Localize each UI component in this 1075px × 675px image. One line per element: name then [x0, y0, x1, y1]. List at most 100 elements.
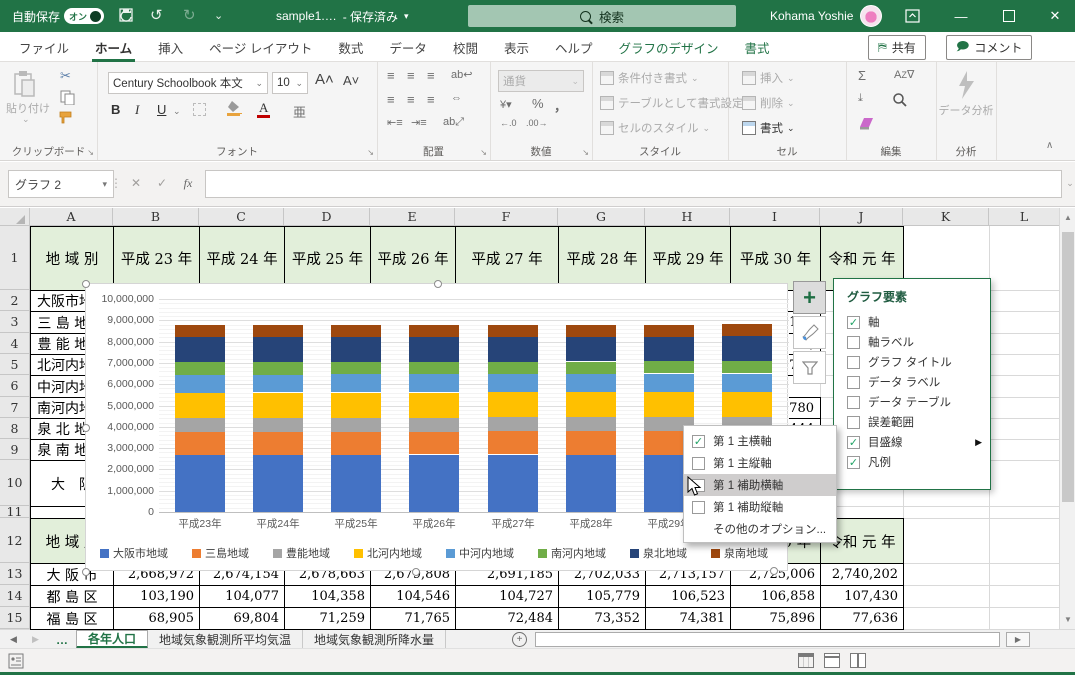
sheet-tab-地域気象観測所平均気温[interactable]: 地域気象観測所平均気温: [148, 630, 303, 649]
legend-item-北河内地域[interactable]: 北河内地域: [354, 545, 422, 561]
grid-cell[interactable]: 104,358: [284, 585, 371, 608]
column-header-F[interactable]: F: [455, 208, 558, 226]
legend-item-泉北地域[interactable]: 泉北地域: [630, 545, 687, 561]
sheet-list-ellipsis[interactable]: …: [56, 630, 68, 649]
chart-element-item-目盛線[interactable]: ✓目盛線▶: [834, 432, 990, 452]
grid-cell[interactable]: 平成 27 年: [455, 226, 559, 291]
row-header-5[interactable]: 5: [0, 354, 30, 375]
scroll-up-icon[interactable]: ▲: [1060, 208, 1075, 226]
sheet-tab-各年人口[interactable]: 各年人口: [76, 630, 148, 649]
grid-cell[interactable]: 104,727: [455, 585, 559, 608]
grid-cell[interactable]: 103,190: [113, 585, 200, 608]
checkbox[interactable]: [847, 376, 860, 389]
row-header-12[interactable]: 12: [0, 518, 30, 563]
grid-cell[interactable]: 都 島 区: [30, 585, 114, 608]
checkbox[interactable]: [692, 501, 705, 514]
submenu-arrow-icon[interactable]: ▶: [975, 437, 982, 448]
axes-item-第 1 主縦軸[interactable]: 第 1 主縦軸: [684, 452, 836, 474]
grid-cell[interactable]: 106,523: [645, 585, 731, 608]
legend-item-豊能地域[interactable]: 豊能地域: [273, 545, 330, 561]
grid-cell[interactable]: 71,259: [284, 607, 371, 630]
row-header-3[interactable]: 3: [0, 311, 30, 333]
chart-element-item-誤差範囲[interactable]: 誤差範囲: [834, 412, 990, 432]
chart-element-item-凡例[interactable]: ✓凡例: [834, 452, 990, 472]
checkbox[interactable]: [847, 336, 860, 349]
new-sheet-button[interactable]: +: [512, 630, 527, 649]
checkbox[interactable]: ✓: [847, 436, 860, 449]
checkbox[interactable]: [847, 396, 860, 409]
row-header-7[interactable]: 7: [0, 397, 30, 418]
checkbox[interactable]: ✓: [847, 456, 860, 469]
legend-item-泉南地域[interactable]: 泉南地域: [711, 545, 768, 561]
grid-cell[interactable]: 75,896: [730, 607, 821, 630]
chart-selection-handle[interactable]: [82, 568, 90, 576]
column-header-G[interactable]: G: [558, 208, 645, 226]
column-header-H[interactable]: H: [645, 208, 730, 226]
axes-item-第 1 主横軸[interactable]: ✓第 1 主横軸: [684, 430, 836, 452]
normal-view-button[interactable]: [798, 653, 814, 668]
sheet-next-icon[interactable]: ▶: [32, 630, 39, 649]
chart-selection-handle[interactable]: [82, 280, 90, 288]
grid-cell[interactable]: 平成 28 年: [558, 226, 646, 291]
grid-cell[interactable]: 106,858: [730, 585, 821, 608]
column-header-D[interactable]: D: [284, 208, 370, 226]
vertical-scrollbar[interactable]: ▲ ▼: [1059, 208, 1075, 629]
column-header-B[interactable]: B: [113, 208, 199, 226]
grid-cell[interactable]: 71,765: [370, 607, 456, 630]
axes-item-第 1 補助横軸[interactable]: 第 1 補助横軸: [684, 474, 836, 496]
checkbox[interactable]: ✓: [692, 435, 705, 448]
page-layout-view-button[interactable]: [824, 653, 840, 668]
grid-cell[interactable]: 74,381: [645, 607, 731, 630]
legend-item-大阪市地域[interactable]: 大阪市地域: [100, 545, 168, 561]
legend-item-三島地域[interactable]: 三島地域: [192, 545, 249, 561]
grid-cell[interactable]: 72,484: [455, 607, 559, 630]
column-header-E[interactable]: E: [370, 208, 455, 226]
row-header-15[interactable]: 15: [0, 607, 30, 629]
row-header-11[interactable]: 11: [0, 506, 30, 518]
column-header-I[interactable]: I: [730, 208, 820, 226]
accessibility-checker-icon[interactable]: [8, 653, 24, 669]
chart-element-item-軸ラベル[interactable]: 軸ラベル: [834, 332, 990, 352]
row-header-1[interactable]: 1: [0, 226, 30, 290]
grid-cell[interactable]: 68,905: [113, 607, 200, 630]
grid-cell[interactable]: 2,740,202: [820, 563, 904, 586]
legend-item-南河内地域[interactable]: 南河内地域: [538, 545, 606, 561]
select-all-button[interactable]: [0, 208, 30, 226]
page-break-view-button[interactable]: [850, 653, 866, 668]
grid-cell[interactable]: 69,804: [199, 607, 285, 630]
grid-cell[interactable]: 福 島 区: [30, 607, 114, 630]
scroll-down-icon[interactable]: ▼: [1060, 610, 1075, 628]
sheet-tab-地域気象観測所降水量[interactable]: 地域気象観測所降水量: [303, 630, 446, 649]
row-header-2[interactable]: 2: [0, 290, 30, 311]
chart-element-item-軸[interactable]: ✓軸: [834, 312, 990, 332]
grid-cell[interactable]: 104,077: [199, 585, 285, 608]
vertical-scroll-thumb[interactable]: [1062, 232, 1074, 502]
column-header-J[interactable]: J: [820, 208, 903, 226]
grid-cell[interactable]: 地 域 別: [30, 226, 114, 291]
chart-selection-handle[interactable]: [770, 567, 778, 575]
checkbox[interactable]: [847, 416, 860, 429]
checkbox[interactable]: [847, 356, 860, 369]
grid-cell[interactable]: 77,636: [820, 607, 904, 630]
chart-styles-button[interactable]: [793, 316, 826, 349]
chart-element-item-データ ラベル[interactable]: データ ラベル: [834, 372, 990, 392]
grid-cell[interactable]: 平成 29 年: [645, 226, 731, 291]
chart-filters-button[interactable]: [793, 351, 826, 384]
row-header-9[interactable]: 9: [0, 439, 30, 460]
axes-item-第 1 補助縦軸[interactable]: 第 1 補助縦軸: [684, 496, 836, 518]
column-header-L[interactable]: L: [989, 208, 1060, 226]
row-header-10[interactable]: 10: [0, 460, 30, 506]
legend-item-中河内地域[interactable]: 中河内地域: [446, 545, 514, 561]
grid-cell[interactable]: 平成 24 年: [199, 226, 285, 291]
row-header-4[interactable]: 4: [0, 333, 30, 354]
row-header-8[interactable]: 8: [0, 418, 30, 439]
row-header-6[interactable]: 6: [0, 375, 30, 397]
row-header-13[interactable]: 13: [0, 563, 30, 585]
grid-cell[interactable]: 107,430: [820, 585, 904, 608]
axes-item-その他のオプション...[interactable]: その他のオプション...: [684, 518, 836, 540]
row-header-14[interactable]: 14: [0, 585, 30, 607]
chart-selection-handle[interactable]: [434, 280, 442, 288]
sheet-prev-icon[interactable]: ◀: [10, 630, 17, 649]
grid-cell[interactable]: 平成 23 年: [113, 226, 200, 291]
grid-cell[interactable]: 105,779: [558, 585, 646, 608]
